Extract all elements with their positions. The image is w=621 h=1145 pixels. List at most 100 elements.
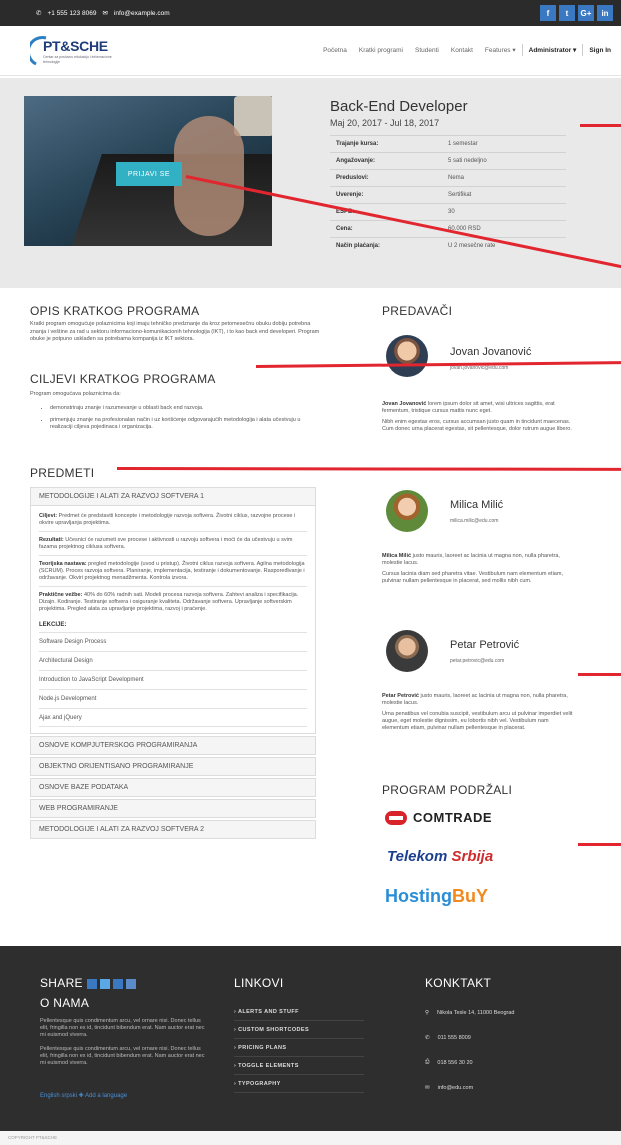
about-heading: OPIS KRATKOG PROGRAMA <box>30 304 200 318</box>
lecturer-email[interactable]: milica.milic@edu.com <box>450 518 498 524</box>
contact-fax: ⎙ 018 556 30 20 <box>425 1059 473 1066</box>
subjects-accordion: METODOLOGIJE I ALATI ZA RAZVOJ SOFTVERA … <box>30 487 316 841</box>
contact-phone: ✆ 011 555 8009 <box>425 1034 471 1041</box>
lecturer-email[interactable]: petar.petrovic@edu.com <box>450 658 504 664</box>
location-icon: ⚲ <box>425 1009 430 1016</box>
nav-administrator[interactable]: Administrator ▾ <box>523 46 583 54</box>
subject-goals: Ciljevi: Predmet će predstaviti koncepte… <box>39 513 307 532</box>
phone-icon: ✆ <box>425 1034 430 1041</box>
goals-intro: Program omogućava polaznicima da: <box>30 391 121 397</box>
footer-link[interactable]: › CUSTOM SHORTCODES <box>234 1021 364 1039</box>
detail-row: Trajanje kursa: 1 semestar <box>330 135 566 152</box>
lecturers-heading: PREDAVAČI <box>382 304 453 318</box>
phone-icon: ✆ <box>36 10 42 17</box>
lesson-row[interactable]: Software Design Process <box>39 632 307 651</box>
annotation-line <box>116 467 621 471</box>
avatar <box>386 630 428 672</box>
lecturer-name: Milica Milić <box>450 499 504 511</box>
lesson-row[interactable]: Node.js Development <box>39 689 307 708</box>
detail-row: Uverenje: Sertifikat <box>330 186 566 203</box>
subject-results: Rezultati: Učesnici će razumeti sve proc… <box>39 537 307 556</box>
top-bar: ✆ +1 555 123 8069 ✉ info@example.com f t… <box>0 0 621 26</box>
nav-home[interactable]: Početna <box>317 47 353 54</box>
hostingbuy-logo[interactable]: HostingBuY <box>385 886 488 907</box>
footer-link[interactable]: › ALERTS AND STUFF <box>234 1003 364 1021</box>
apply-button[interactable]: PRIJAVI SE <box>116 162 182 186</box>
footer-link[interactable]: › PRICING PLANS <box>234 1039 364 1057</box>
about-text: Kratki program omogućuje polaznicima koj… <box>30 321 320 342</box>
fax-icon: ⎙ <box>425 1059 430 1065</box>
subject-practice: Praktične vežbe: 40% do 60% radnih sati.… <box>39 592 299 612</box>
annotation-line <box>580 124 621 127</box>
avatar <box>386 490 428 532</box>
subject-theory: Teorijska nastava: pregled metodologije … <box>39 561 307 587</box>
twitter-icon[interactable] <box>99 978 110 989</box>
contact-list: ⚲ Nikola Tesle 14, 11000 Beograd ✆ 011 555… <box>425 1000 605 1100</box>
accordion-header-open[interactable]: METODOLOGIJE I ALATI ZA RAZVOJ SOFTVERA … <box>30 487 316 506</box>
lecturer-email[interactable]: jovan.jovanovic@edu.com <box>450 365 508 371</box>
lecturer-name: Jovan Jovanović <box>450 346 532 358</box>
links-heading: LINKOVI <box>234 976 284 990</box>
lesson-row[interactable]: Architectural Design <box>39 651 307 670</box>
contact-address: ⚲ Nikola Tesle 14, 11000 Beograd <box>425 1009 515 1016</box>
detail-row: Angažovanje: 5 sati nedeljno <box>330 152 566 169</box>
telekom-logo[interactable]: Telekom Srbija <box>387 848 493 865</box>
about-us-text: Pellentesque quis condimentum arcu, vel … <box>40 1018 205 1038</box>
lecturer-bio: Milica Milić justo mauris, laoreet ac la… <box>382 553 563 584</box>
copyright: COPYRIGHT PT&SCHE <box>0 1131 621 1145</box>
accordion-header[interactable]: OSNOVE KOMPJUTERSKOG PROGRAMIRANJA <box>30 736 316 755</box>
accordion-header[interactable]: OBJEKTNO ORIJENTISANO PROGRAMIRANJE <box>30 757 316 776</box>
list-item: demonstriraju znanje i razumevanje u obl… <box>50 405 310 413</box>
twitter-icon[interactable]: t <box>559 5 575 21</box>
lesson-row[interactable]: Ajax and jQuery <box>39 708 307 727</box>
detail-row: Preduslovi: Nema <box>330 169 566 186</box>
lecturer-bio: Jovan Jovanović lorem ipsum dolor sit am… <box>382 401 572 432</box>
sign-in-link[interactable]: Sign In <box>583 47 617 54</box>
about-us-heading: O NAMA <box>40 996 90 1010</box>
footer-link[interactable]: › TYPOGRAPHY <box>234 1075 364 1093</box>
lesson-row[interactable]: Introduction to JavaScript Development <box>39 670 307 689</box>
goals-heading: CILJEVI KRATKOG PROGRAMA <box>30 372 216 386</box>
nav-short-programs[interactable]: Kratki programi <box>353 47 409 54</box>
facebook-icon[interactable]: f <box>540 5 556 21</box>
accordion-header[interactable]: OSNOVE BAZE PODATAKA <box>30 778 316 797</box>
footer-links: › ALERTS AND STUFF › CUSTOM SHORTCODES ›… <box>234 1003 364 1093</box>
annotation-line <box>578 843 621 846</box>
accordion-header[interactable]: WEB PROGRAMIRANJE <box>30 799 316 818</box>
linkedin-icon[interactable] <box>112 978 123 989</box>
nav-features[interactable]: Features ▾ <box>479 46 522 54</box>
language-links[interactable]: English srpski ✚ Add a language <box>40 1092 127 1099</box>
accordion-header[interactable]: METODOLOGIJE I ALATI ZA RAZVOJ SOFTVERA … <box>30 820 316 839</box>
mail-icon[interactable] <box>125 978 136 989</box>
comtrade-mark-icon <box>385 810 407 825</box>
mail-icon: ✉ <box>102 10 108 17</box>
goals-list: demonstriraju znanje i razumevanje u obl… <box>40 405 310 436</box>
lecturer-name: Petar Petrović <box>450 639 520 651</box>
nav-contact[interactable]: Kontakt <box>445 47 479 54</box>
email-link[interactable]: info@example.com <box>114 10 170 17</box>
accordion-body: Ciljevi: Predmet će predstaviti koncepte… <box>30 506 316 734</box>
nav-students[interactable]: Studenti <box>409 47 445 54</box>
main-navigation: PT&SCHE Centar za poslovnu edukaciju i i… <box>0 26 621 76</box>
course-title: Back-End Developer <box>330 98 468 115</box>
footer-link[interactable]: › TOGGLE ELEMENTS <box>234 1057 364 1075</box>
google-plus-icon[interactable]: G+ <box>578 5 594 21</box>
logo[interactable]: PT&SCHE Centar za poslovnu edukaciju i i… <box>30 34 118 68</box>
comtrade-logo[interactable]: COMTRADE <box>385 810 492 825</box>
facebook-icon[interactable] <box>86 978 97 989</box>
course-dates: Maj 20, 2017 - Jul 18, 2017 <box>330 118 440 128</box>
annotation-line <box>255 361 621 368</box>
linkedin-icon[interactable]: in <box>597 5 613 21</box>
social-links: f t G+ in <box>540 5 613 21</box>
contact-email: ✉ info@edu.com <box>425 1084 474 1091</box>
phone-number: +1 555 123 8069 <box>47 9 97 17</box>
course-details-table: Trajanje kursa: 1 semestar Angažovanje: 5 … <box>330 135 566 254</box>
mail-icon: ✉ <box>425 1084 430 1091</box>
list-item: primenjuju znanje na profesionalan način… <box>50 417 310 432</box>
lecturer-bio: Petar Petrović justo mauris, laoreet ac … <box>382 693 573 731</box>
subjects-heading: PREDMETI <box>30 466 95 480</box>
avatar <box>386 335 428 377</box>
contact-heading: KONKTAKT <box>425 976 492 990</box>
sponsors-heading: PROGRAM PODRŽALI <box>382 783 513 797</box>
lessons-label: LEKCIJE: <box>39 622 67 628</box>
